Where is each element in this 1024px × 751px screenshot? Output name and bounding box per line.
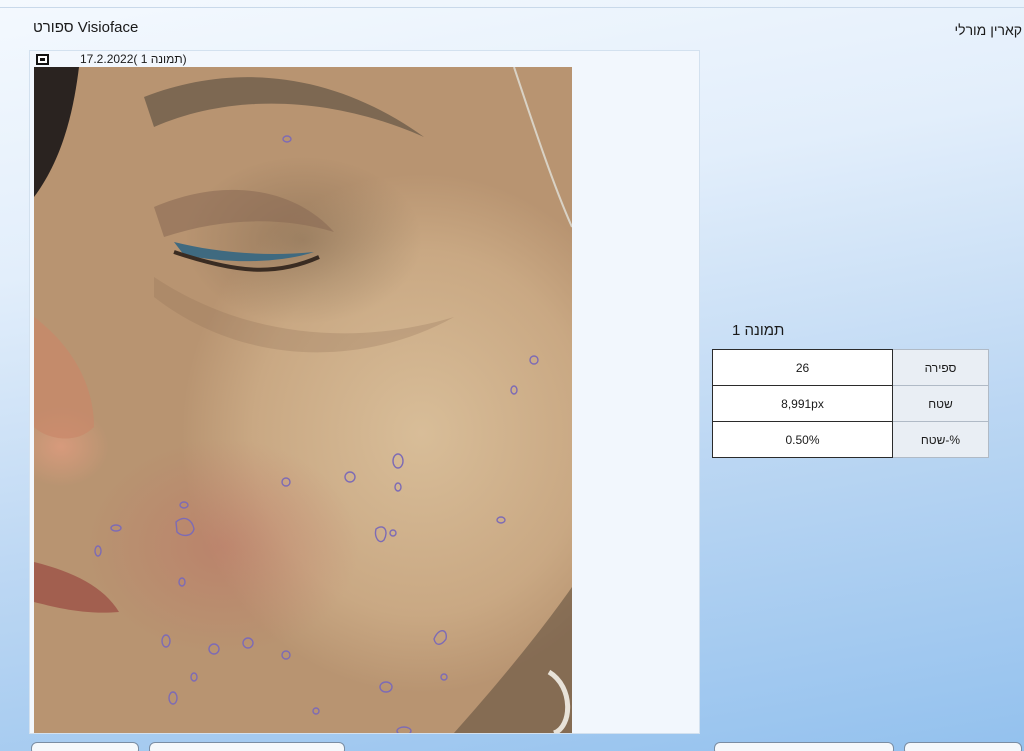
toolbar-button[interactable] — [714, 742, 894, 751]
spot-outline — [281, 650, 291, 660]
spot-outline — [208, 643, 220, 655]
count-value: 26 — [712, 349, 893, 386]
nose — [34, 317, 94, 439]
results-table: 26 ספירה 8,991px שטח 0.50% %-שטח — [712, 349, 989, 458]
eyelid — [154, 189, 334, 237]
spot-outline — [190, 672, 198, 682]
spot-outline — [510, 385, 518, 395]
spot-outline — [374, 526, 387, 543]
spot-outline — [281, 477, 291, 487]
results-title: תמונה 1 — [732, 322, 785, 339]
table-row: 8,991px שטח — [712, 385, 989, 422]
toolbar-button[interactable] — [149, 742, 345, 751]
spot-outline — [179, 501, 189, 509]
toolbar-button[interactable] — [904, 742, 1022, 751]
face-photo — [34, 67, 572, 733]
image-panel: (תמונה 1 )17.2.2022 — [29, 50, 700, 734]
spot-outline — [496, 516, 506, 524]
image-caption: (תמונה 1 )17.2.2022 — [80, 52, 187, 66]
spot-outline — [178, 577, 186, 587]
under-eye-shadow — [154, 277, 454, 353]
eyebrow — [144, 77, 424, 137]
spot-outline — [312, 707, 320, 715]
spot-outline — [175, 517, 195, 537]
spot-outline — [389, 529, 397, 537]
toolbar-button[interactable] — [31, 742, 139, 751]
spot-outline — [282, 135, 292, 143]
hair-shadow — [34, 67, 79, 197]
spot-outline — [344, 471, 356, 483]
spot-outline — [110, 524, 122, 532]
square-toggle-icon[interactable] — [36, 54, 49, 65]
top-divider — [0, 7, 1024, 8]
area-percent-label: %-שטח — [892, 421, 989, 458]
analysis-overlay — [34, 67, 572, 733]
patient-name: קארין מורלי — [954, 22, 1022, 38]
spot-outline — [529, 355, 539, 365]
jaw-shadow — [454, 587, 572, 733]
table-row: 26 ספירה — [712, 349, 989, 386]
spot-outline — [161, 634, 171, 648]
area-label: שטח — [892, 385, 989, 422]
spot-outline — [168, 691, 178, 705]
area-percent-value: 0.50% — [712, 421, 893, 458]
hair-strand — [513, 67, 572, 228]
table-row: 0.50% %-שטח — [712, 421, 989, 458]
spot-outline — [433, 630, 447, 645]
spot-outline — [94, 545, 102, 557]
spot-outline — [394, 482, 402, 492]
area-value: 8,991px — [712, 385, 893, 422]
window-title: ספורט Visioface — [33, 19, 139, 36]
count-label: ספירה — [892, 349, 989, 386]
lips — [34, 562, 119, 613]
spot-outline — [379, 681, 393, 693]
spot-outline — [440, 673, 448, 681]
spot-outline — [392, 453, 404, 469]
spot-outline — [242, 637, 254, 649]
spot-outline — [396, 726, 412, 733]
